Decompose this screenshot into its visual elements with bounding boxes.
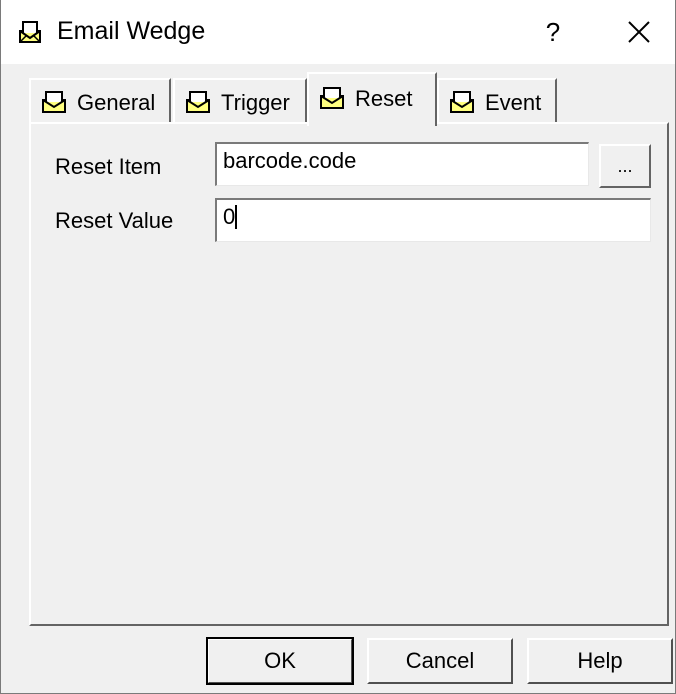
- envelope-icon: [42, 91, 66, 113]
- ok-button[interactable]: OK: [206, 637, 354, 685]
- tab-reset[interactable]: Reset: [307, 72, 437, 126]
- tab-reset-label: Reset: [355, 86, 413, 111]
- close-button[interactable]: [615, 8, 663, 56]
- tab-trigger[interactable]: Trigger: [173, 78, 307, 122]
- cancel-button[interactable]: Cancel: [367, 638, 513, 684]
- email-wedge-dialog: Email Wedge ? General Trigger Reset Even…: [0, 0, 676, 694]
- tab-trigger-label: Trigger: [221, 90, 290, 115]
- tab-event[interactable]: Event: [437, 78, 557, 122]
- reset-value-label: Reset Value: [55, 208, 174, 233]
- title-bar: Email Wedge ?: [1, 0, 675, 64]
- reset-tab-panel: Reset Item barcode.code ... Reset Value …: [29, 122, 669, 626]
- window-title: Email Wedge: [57, 17, 206, 45]
- tab-event-label: Event: [485, 90, 542, 115]
- reset-value-field[interactable]: 0: [215, 198, 651, 242]
- reset-value-text: 0: [223, 204, 236, 229]
- reset-item-field[interactable]: barcode.code: [215, 142, 589, 186]
- tab-general-label: General: [77, 90, 156, 115]
- envelope-icon: [450, 91, 474, 113]
- browse-button[interactable]: ...: [599, 144, 651, 188]
- tab-general[interactable]: General: [29, 78, 171, 122]
- tab-strip: General Trigger Reset Event: [29, 72, 669, 126]
- close-icon: [628, 21, 650, 43]
- envelope-icon: [186, 91, 210, 113]
- envelope-icon: [19, 21, 41, 43]
- help-title-button[interactable]: ?: [529, 8, 577, 56]
- reset-item-label: Reset Item: [55, 154, 162, 179]
- text-caret: [235, 205, 238, 229]
- help-button[interactable]: Help: [527, 638, 673, 684]
- envelope-icon: [320, 87, 344, 109]
